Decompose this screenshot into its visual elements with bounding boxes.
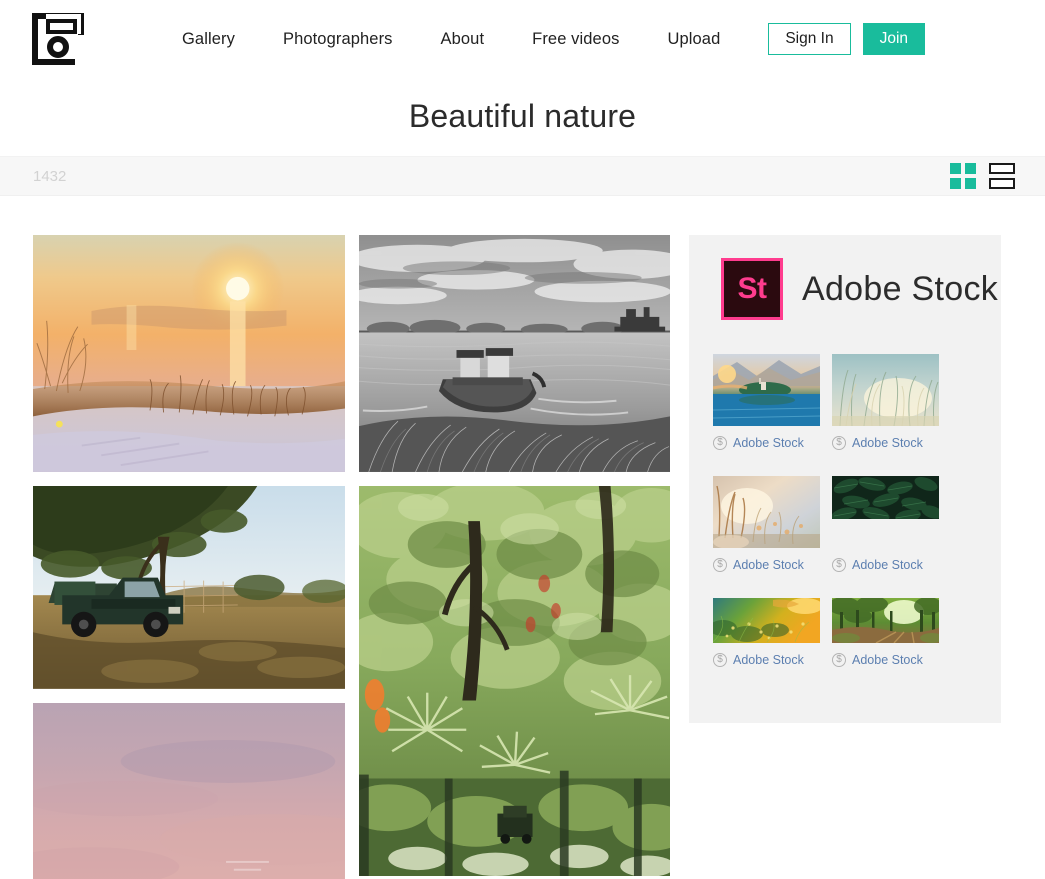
ad-label-text: Adobe Stock xyxy=(733,558,804,572)
ad-row: $ Adobe Stock $ Adobe Stock xyxy=(713,476,977,592)
ad-label[interactable]: $ Adobe Stock xyxy=(713,558,820,572)
ad-item[interactable]: $ Adobe Stock xyxy=(832,476,939,592)
view-toggle-group xyxy=(950,163,1015,189)
ad-thumbnail[interactable] xyxy=(713,354,820,426)
ad-label[interactable]: $ Adobe Stock xyxy=(832,558,939,572)
sign-in-button[interactable]: Sign In xyxy=(768,23,851,55)
ad-label-text: Adobe Stock xyxy=(733,653,804,667)
ad-thumbnail[interactable] xyxy=(832,476,939,519)
adobe-stock-wordmark: Adobe Stock xyxy=(802,269,999,308)
join-button[interactable]: Join xyxy=(862,23,926,55)
ad-label-text: Adobe Stock xyxy=(852,653,923,667)
list-row xyxy=(989,163,1015,174)
site-header: Gallery Photographers About Free videos … xyxy=(0,0,1045,78)
ad-item[interactable]: $ Adobe Stock xyxy=(713,476,820,592)
ad-thumb-wrap xyxy=(713,354,820,426)
ad-thumb-wrap xyxy=(832,598,939,643)
ad-label-text: Adobe Stock xyxy=(733,436,804,450)
page-content: St Adobe Stock $ Adobe Stock $ Adobe Sto… xyxy=(0,196,1045,879)
nav-item-about[interactable]: About xyxy=(441,24,485,55)
ad-thumb-wrap xyxy=(832,476,939,548)
dollar-icon: $ xyxy=(832,653,846,667)
nav-item-photographers[interactable]: Photographers xyxy=(283,24,393,55)
adobe-stock-logo-mark: St xyxy=(721,258,783,320)
grid-cell xyxy=(965,163,976,174)
ad-row: $ Adobe Stock $ Adobe Stock xyxy=(713,354,977,470)
main-navigation: Gallery Photographers About Free videos … xyxy=(182,24,720,55)
grid-cell xyxy=(965,178,976,189)
ad-thumb-wrap xyxy=(832,354,939,426)
ad-thumbnail[interactable] xyxy=(832,354,939,426)
gallery-photo[interactable] xyxy=(358,235,670,472)
ad-row: $ Adobe Stock $ Adobe Stock xyxy=(713,598,977,687)
grid-cell xyxy=(950,163,961,174)
grid-view-icon[interactable] xyxy=(950,163,976,189)
ad-thumbnail[interactable] xyxy=(713,598,820,643)
ad-label[interactable]: $ Adobe Stock xyxy=(713,653,820,667)
ad-item[interactable]: $ Adobe Stock xyxy=(832,354,939,470)
adobe-stock-brand[interactable]: St Adobe Stock xyxy=(713,258,998,320)
dollar-icon: $ xyxy=(832,436,846,450)
photo-gallery xyxy=(0,235,670,879)
ad-label-text: Adobe Stock xyxy=(852,558,923,572)
list-row xyxy=(989,178,1015,189)
grid-cell xyxy=(950,178,961,189)
ad-thumb-wrap xyxy=(713,598,820,643)
ad-thumb-wrap xyxy=(713,476,820,548)
auth-buttons: Sign In Join xyxy=(768,23,926,55)
adobe-stock-ad-panel: St Adobe Stock $ Adobe Stock $ Adobe Sto… xyxy=(689,235,1001,723)
nav-item-gallery[interactable]: Gallery xyxy=(182,24,235,55)
nav-item-free-videos[interactable]: Free videos xyxy=(532,24,619,55)
ad-thumbnail[interactable] xyxy=(832,598,939,643)
ad-item[interactable]: $ Adobe Stock xyxy=(832,598,939,687)
ad-item[interactable]: $ Adobe Stock xyxy=(713,354,820,470)
result-count: 1432 xyxy=(33,167,67,185)
nav-item-upload[interactable]: Upload xyxy=(667,24,720,55)
ad-label[interactable]: $ Adobe Stock xyxy=(832,436,939,450)
gallery-photo[interactable] xyxy=(33,702,345,879)
gallery-column-2 xyxy=(358,235,670,879)
camera-save-logo[interactable] xyxy=(32,13,84,65)
ad-label[interactable]: $ Adobe Stock xyxy=(713,436,820,450)
dollar-icon: $ xyxy=(713,558,727,572)
ad-label[interactable]: $ Adobe Stock xyxy=(832,653,939,667)
gallery-photo[interactable] xyxy=(358,485,670,876)
ad-label-text: Adobe Stock xyxy=(852,436,923,450)
gallery-photo[interactable] xyxy=(33,485,345,689)
dollar-icon: $ xyxy=(713,653,727,667)
list-view-icon[interactable] xyxy=(989,163,1015,189)
ad-thumbnail[interactable] xyxy=(713,476,820,548)
gallery-toolbar: 1432 xyxy=(0,156,1045,196)
gallery-column-1 xyxy=(33,235,345,879)
page-title: Beautiful nature xyxy=(408,98,637,134)
dollar-icon: $ xyxy=(832,558,846,572)
dollar-icon: $ xyxy=(713,436,727,450)
gallery-photo[interactable] xyxy=(33,235,345,472)
ad-item[interactable]: $ Adobe Stock xyxy=(713,598,820,687)
